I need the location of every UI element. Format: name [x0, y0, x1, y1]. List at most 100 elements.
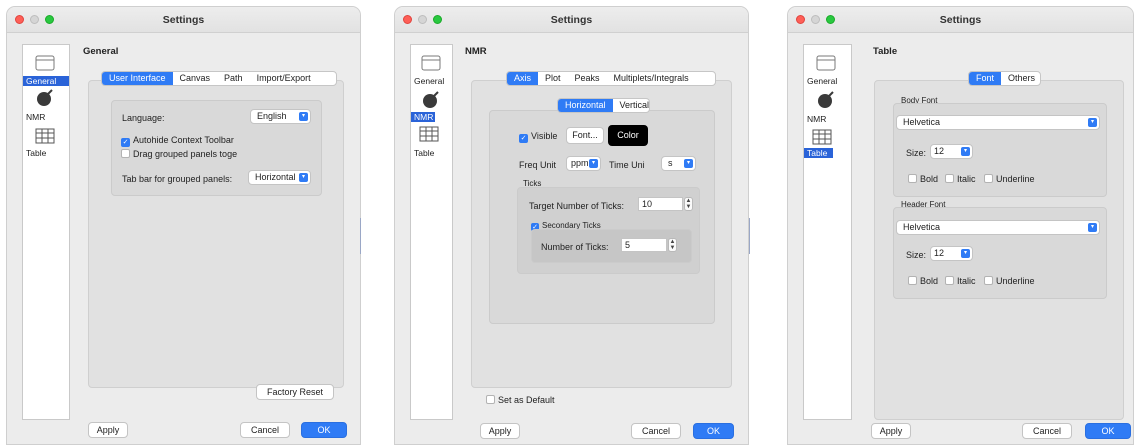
apply-button[interactable]: Apply — [88, 422, 128, 438]
target-ticks-input[interactable]: 10 — [638, 197, 683, 211]
sidebar-item-table[interactable]: Table — [411, 148, 457, 158]
tab-vertical[interactable]: Vertical — [613, 99, 649, 112]
target-ticks-label: Target Number of Ticks: — [529, 201, 625, 211]
number-ticks-label: Number of Ticks: — [541, 242, 609, 252]
tab-path[interactable]: Path — [217, 72, 250, 85]
window-edge — [360, 218, 361, 254]
sidebar-item-general[interactable]: General — [23, 76, 69, 86]
tab-plot[interactable]: Plot — [538, 72, 568, 85]
nmr-icon[interactable] — [816, 90, 836, 113]
font-button[interactable]: Font... — [566, 127, 604, 144]
header-size-label: Size: — [906, 250, 927, 260]
sidebar-item-nmr[interactable]: NMR — [23, 112, 69, 122]
header-italic-checkbox[interactable]: Italic — [945, 276, 976, 287]
sidebar: General NMR Table — [22, 44, 70, 420]
time-unit-value: s — [668, 158, 673, 168]
body-bold-checkbox[interactable]: Bold — [908, 174, 938, 185]
tab-font[interactable]: Font — [969, 72, 1002, 85]
window-title: Settings — [550, 14, 593, 26]
freq-unit-select[interactable]: ppm ▾ — [566, 156, 601, 171]
nmr-icon[interactable] — [35, 88, 55, 111]
visible-checkbox[interactable]: ✓ Visible — [519, 131, 557, 143]
tabbar-select[interactable]: Horizontal ▾ — [248, 170, 311, 185]
freq-unit-label: Freq Unit — [519, 160, 557, 170]
tab-canvas[interactable]: Canvas — [173, 72, 218, 85]
tab-multiplets-integrals[interactable]: Multiplets/Integrals — [607, 72, 696, 85]
window-edge — [749, 218, 750, 254]
window-icon[interactable] — [35, 55, 55, 74]
tab-user-interface[interactable]: User Interface — [102, 72, 173, 85]
chevron-updown-icon: ▾ — [589, 159, 598, 168]
number-ticks-input[interactable]: 5 — [621, 238, 667, 252]
sidebar-item-nmr[interactable]: NMR — [411, 112, 435, 122]
chevron-updown-icon: ▾ — [299, 112, 308, 121]
tab-bar: Axis Plot Peaks Multiplets/Integrals — [506, 71, 716, 86]
body-size-label: Size: — [906, 148, 927, 158]
target-ticks-stepper[interactable]: ▲ ▼ — [684, 197, 693, 211]
ok-button[interactable]: OK — [693, 423, 734, 439]
header-bold-checkbox[interactable]: Bold — [908, 276, 938, 287]
sidebar-item-general[interactable]: General — [804, 76, 850, 86]
ok-button[interactable]: OK — [301, 422, 347, 438]
cancel-button[interactable]: Cancel — [631, 423, 681, 439]
cancel-button[interactable]: Cancel — [1022, 423, 1072, 439]
set-default-checkbox[interactable]: Set as Default — [486, 395, 555, 406]
title-bar: Settings — [788, 7, 1133, 33]
sidebar-item-table[interactable]: Table — [23, 148, 69, 158]
bold-label: Bold — [920, 276, 939, 286]
body-italic-checkbox[interactable]: Italic — [945, 174, 976, 185]
header-size-select[interactable]: 12 ▾ — [930, 246, 973, 261]
settings-window-nmr: Settings General NMR Table NMR Axis Plot… — [394, 6, 749, 445]
apply-button[interactable]: Apply — [871, 423, 911, 439]
number-ticks-stepper[interactable]: ▲ ▼ — [668, 238, 677, 252]
time-unit-select[interactable]: s ▾ — [661, 156, 696, 171]
checkbox-icon — [984, 174, 993, 183]
tab-bar: Font Others — [968, 71, 1041, 86]
ok-button[interactable]: OK — [1085, 423, 1131, 439]
header-underline-checkbox[interactable]: Underline — [984, 276, 1035, 287]
cancel-button[interactable]: Cancel — [240, 422, 290, 438]
drag-grouped-checkbox[interactable]: Drag grouped panels toge — [121, 149, 237, 160]
tab-axis[interactable]: Axis — [507, 72, 539, 85]
sidebar: General NMR Table — [803, 44, 852, 420]
window-icon[interactable] — [421, 55, 441, 74]
underline-label: Underline — [996, 174, 1035, 184]
tab-peaks[interactable]: Peaks — [568, 72, 607, 85]
checkbox-icon — [945, 174, 954, 183]
time-unit-label: Time Uni — [609, 160, 645, 170]
tab-import-export[interactable]: Import/Export — [250, 72, 318, 85]
tabbar-value: Horizontal — [255, 172, 296, 182]
settings-window-table: Settings General NMR Table Table Font Ot… — [787, 6, 1134, 445]
nmr-icon[interactable] — [421, 90, 441, 113]
language-select[interactable]: English ▾ — [250, 109, 311, 124]
factory-reset-button[interactable]: Factory Reset — [256, 384, 334, 400]
color-button[interactable]: Color — [608, 125, 648, 146]
body-underline-checkbox[interactable]: Underline — [984, 174, 1035, 185]
sidebar-item-table[interactable]: Table — [804, 148, 833, 158]
sidebar-item-nmr[interactable]: NMR — [804, 114, 850, 124]
window-icon[interactable] — [816, 55, 836, 74]
body-font-select[interactable]: Helvetica ▾ — [896, 115, 1100, 130]
tab-horizontal[interactable]: Horizontal — [558, 99, 613, 112]
bold-label: Bold — [920, 174, 939, 184]
checkbox-icon — [908, 174, 917, 183]
chevron-down-icon: ▾ — [1088, 118, 1097, 127]
chevron-updown-icon: ▾ — [299, 173, 308, 182]
chevron-down-icon: ▾ — [1088, 223, 1097, 232]
table-icon[interactable] — [35, 128, 55, 147]
apply-button[interactable]: Apply — [480, 423, 520, 439]
checkbox-icon — [908, 276, 917, 285]
language-value: English — [257, 111, 287, 121]
sidebar-item-general[interactable]: General — [411, 76, 457, 86]
tab-others[interactable]: Others — [1001, 72, 1040, 85]
freq-unit-value: ppm — [571, 158, 589, 168]
header-font-select[interactable]: Helvetica ▾ — [896, 220, 1100, 235]
table-icon[interactable] — [419, 126, 439, 145]
header-font-value: Helvetica — [903, 222, 941, 232]
header-size-value: 12 — [934, 248, 945, 258]
underline-label: Underline — [996, 276, 1035, 286]
body-size-select[interactable]: 12 ▾ — [930, 144, 973, 159]
set-default-label: Set as Default — [498, 395, 555, 405]
table-icon[interactable] — [812, 129, 832, 148]
autohide-checkbox[interactable]: ✓ Autohide Context Toolbar — [121, 135, 234, 147]
